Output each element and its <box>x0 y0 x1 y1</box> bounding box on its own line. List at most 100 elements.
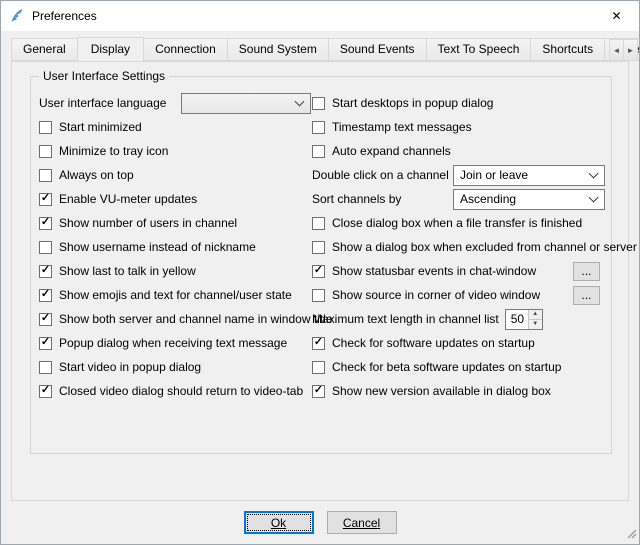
display-tab-pane: User Interface Settings User interface l… <box>11 61 629 501</box>
checkbox-label: Show source in corner of video window <box>332 288 540 302</box>
checkbox <box>312 145 325 158</box>
close-button[interactable]: ✕ <box>594 1 639 31</box>
checkbox-emojis-text-state[interactable]: ✓ Show emojis and text for channel/user … <box>39 283 311 307</box>
checkbox-label: Check for beta software updates on start… <box>332 360 561 374</box>
checkbox: ✓ <box>39 193 52 206</box>
checkbox <box>39 145 52 158</box>
checkbox <box>312 241 325 254</box>
checkbox-label: Closed video dialog should return to vid… <box>59 384 303 398</box>
double-click-row: Double click on a channel Join or leave <box>312 163 605 187</box>
checkbox-start-minimized[interactable]: Start minimized <box>39 115 311 139</box>
sort-channels-row: Sort channels by Ascending <box>312 187 605 211</box>
cancel-button[interactable]: Cancel <box>327 511 397 534</box>
checkbox-label: Show username instead of nickname <box>59 240 256 254</box>
tab-general[interactable]: General <box>11 38 78 61</box>
checkmark-icon: ✓ <box>41 265 50 276</box>
footer: Ok Cancel <box>1 511 639 534</box>
checkmark-icon: ✓ <box>41 217 50 228</box>
sort-channels-label: Sort channels by <box>312 192 401 206</box>
spinner-down-icon[interactable]: ▼ <box>529 319 542 329</box>
checkbox-server-channel-in-title[interactable]: ✓ Show both server and channel name in w… <box>39 307 311 331</box>
sort-channels-value: Ascending <box>460 192 582 206</box>
checkmark-icon: ✓ <box>41 289 50 300</box>
checkbox-check-updates[interactable]: ✓ Check for software updates on startup <box>312 331 605 355</box>
spinner-value[interactable]: 50 <box>506 310 528 329</box>
checkbox-label: Show number of users in channel <box>59 216 237 230</box>
max-text-length-row: Maximum text length in channel list 50 ▲… <box>312 307 605 331</box>
checkbox-label: Start video in popup dialog <box>59 360 201 374</box>
checkbox-excluded-dialog[interactable]: Show a dialog box when excluded from cha… <box>312 235 605 259</box>
checkbox-new-version-dialog[interactable]: ✓ Show new version available in dialog b… <box>312 379 605 403</box>
checkmark-icon: ✓ <box>314 265 323 276</box>
tab-connection[interactable]: Connection <box>143 38 228 61</box>
checkbox-close-filetransfer-dialog[interactable]: Close dialog box when a file transfer is… <box>312 211 605 235</box>
checkbox <box>39 241 52 254</box>
checkbox-video-source-corner[interactable] <box>312 289 325 302</box>
tab-bar: General Display Connection Sound System … <box>1 31 639 61</box>
checkbox: ✓ <box>312 385 325 398</box>
user-interface-settings-group: User Interface Settings User interface l… <box>30 76 612 454</box>
checkbox-label: Timestamp text messages <box>332 120 472 134</box>
tab-text-to-speech[interactable]: Text To Speech <box>426 38 532 61</box>
cancel-button-label: Cancel <box>343 516 380 530</box>
checkbox: ✓ <box>39 265 52 278</box>
checkbox <box>312 361 325 374</box>
checkmark-icon: ✓ <box>314 385 323 396</box>
checkbox-check-beta-updates[interactable]: Check for beta software updates on start… <box>312 355 605 379</box>
checkbox-video-popup-dialog[interactable]: Start video in popup dialog <box>39 355 311 379</box>
left-column: User interface language Start minimized … <box>39 91 311 403</box>
checkbox <box>39 169 52 182</box>
checkbox <box>39 121 52 134</box>
checkbox-statusbar-events[interactable]: ✓ <box>312 265 325 278</box>
titlebar: Preferences ✕ <box>1 1 639 31</box>
chevron-down-icon <box>589 192 599 202</box>
sort-channels-combobox[interactable]: Ascending <box>453 189 605 210</box>
ok-button-label: Ok <box>271 516 286 530</box>
checkbox-label: Close dialog box when a file transfer is… <box>332 216 582 230</box>
checkbox-label: Show new version available in dialog box <box>332 384 551 398</box>
double-click-combobox[interactable]: Join or leave <box>453 165 605 186</box>
checkbox-timestamp-messages[interactable]: Timestamp text messages <box>312 115 605 139</box>
language-row: User interface language <box>39 91 311 115</box>
tab-sound-system[interactable]: Sound System <box>227 38 329 61</box>
checkbox <box>312 97 325 110</box>
checkmark-icon: ✓ <box>41 313 50 324</box>
checkbox-desktops-popup[interactable]: Start desktops in popup dialog <box>312 91 605 115</box>
tab-scroll-right-icon[interactable]: ► <box>623 39 638 61</box>
checkmark-icon: ✓ <box>314 337 323 348</box>
checkbox-label: Show emojis and text for channel/user st… <box>59 288 292 302</box>
statusbar-events-browse-button[interactable]: ... <box>573 262 600 281</box>
checkbox: ✓ <box>39 385 52 398</box>
max-text-length-spinner: 50 ▲ ▼ <box>505 309 543 330</box>
tab-shortcuts[interactable]: Shortcuts <box>530 38 605 61</box>
checkbox-username-instead-nickname[interactable]: Show username instead of nickname <box>39 235 311 259</box>
checkbox-closed-video-return-tab[interactable]: ✓ Closed video dialog should return to v… <box>39 379 311 403</box>
checkbox-minimize-to-tray[interactable]: Minimize to tray icon <box>39 139 311 163</box>
video-source-row: Show source in corner of video window ..… <box>312 283 605 307</box>
tab-scroll-left-icon[interactable]: ◄ <box>609 39 624 61</box>
ok-button[interactable]: Ok <box>244 511 314 534</box>
checkbox <box>39 361 52 374</box>
checkbox: ✓ <box>39 313 52 326</box>
language-label: User interface language <box>39 96 166 110</box>
tab-sound-events[interactable]: Sound Events <box>328 38 427 61</box>
tab-display[interactable]: Display <box>77 37 144 61</box>
tab-scroll-buttons: ◄ ► <box>609 39 638 61</box>
language-combobox[interactable] <box>181 93 311 114</box>
group-title: User Interface Settings <box>39 69 169 83</box>
spinner-buttons: ▲ ▼ <box>528 310 542 329</box>
checkbox-show-user-count[interactable]: ✓ Show number of users in channel <box>39 211 311 235</box>
checkbox-auto-expand-channels[interactable]: Auto expand channels <box>312 139 605 163</box>
app-logo-icon <box>9 8 25 24</box>
checkbox-always-on-top[interactable]: Always on top <box>39 163 311 187</box>
checkbox-popup-text-message[interactable]: ✓ Popup dialog when receiving text messa… <box>39 331 311 355</box>
checkbox-last-talk-yellow[interactable]: ✓ Show last to talk in yellow <box>39 259 311 283</box>
video-source-browse-button[interactable]: ... <box>573 286 600 305</box>
checkmark-icon: ✓ <box>41 337 50 348</box>
resize-grip[interactable] <box>626 528 637 542</box>
checkbox-vu-meter-updates[interactable]: ✓ Enable VU-meter updates <box>39 187 311 211</box>
checkbox: ✓ <box>312 337 325 350</box>
checkbox-label: Minimize to tray icon <box>59 144 168 158</box>
statusbar-events-row: ✓ Show statusbar events in chat-window .… <box>312 259 605 283</box>
spinner-up-icon[interactable]: ▲ <box>529 310 542 319</box>
